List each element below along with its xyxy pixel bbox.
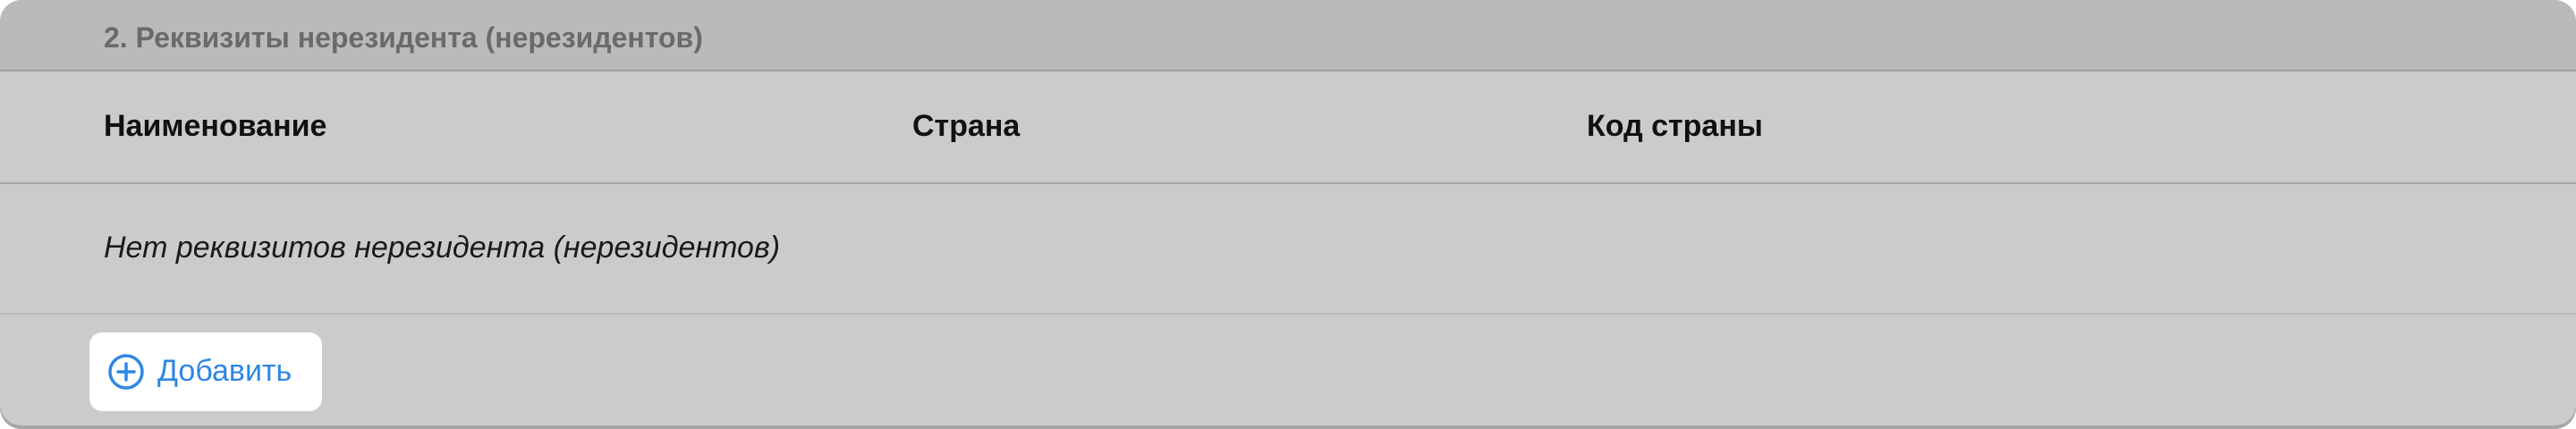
plus-circle-icon (108, 354, 144, 390)
column-header-country-code: Код страны (1587, 109, 1763, 143)
section-title: 2. Реквизиты нерезидента (нерезидентов) (104, 21, 703, 54)
nonresident-details-panel: 2. Реквизиты нерезидента (нерезидентов) … (0, 0, 2576, 429)
add-button[interactable]: Добавить (89, 332, 322, 411)
column-header-country: Страна (912, 109, 1021, 143)
add-button-label: Добавить (157, 354, 292, 388)
table-header-row: Наименование Страна Код страны (0, 72, 2576, 184)
empty-table-row: Нет реквизитов нерезидента (нерезидентов… (0, 184, 2576, 315)
column-header-name: Наименование (104, 109, 327, 143)
empty-message: Нет реквизитов нерезидента (нерезидентов… (104, 231, 781, 265)
section-header: 2. Реквизиты нерезидента (нерезидентов) (0, 0, 2576, 72)
